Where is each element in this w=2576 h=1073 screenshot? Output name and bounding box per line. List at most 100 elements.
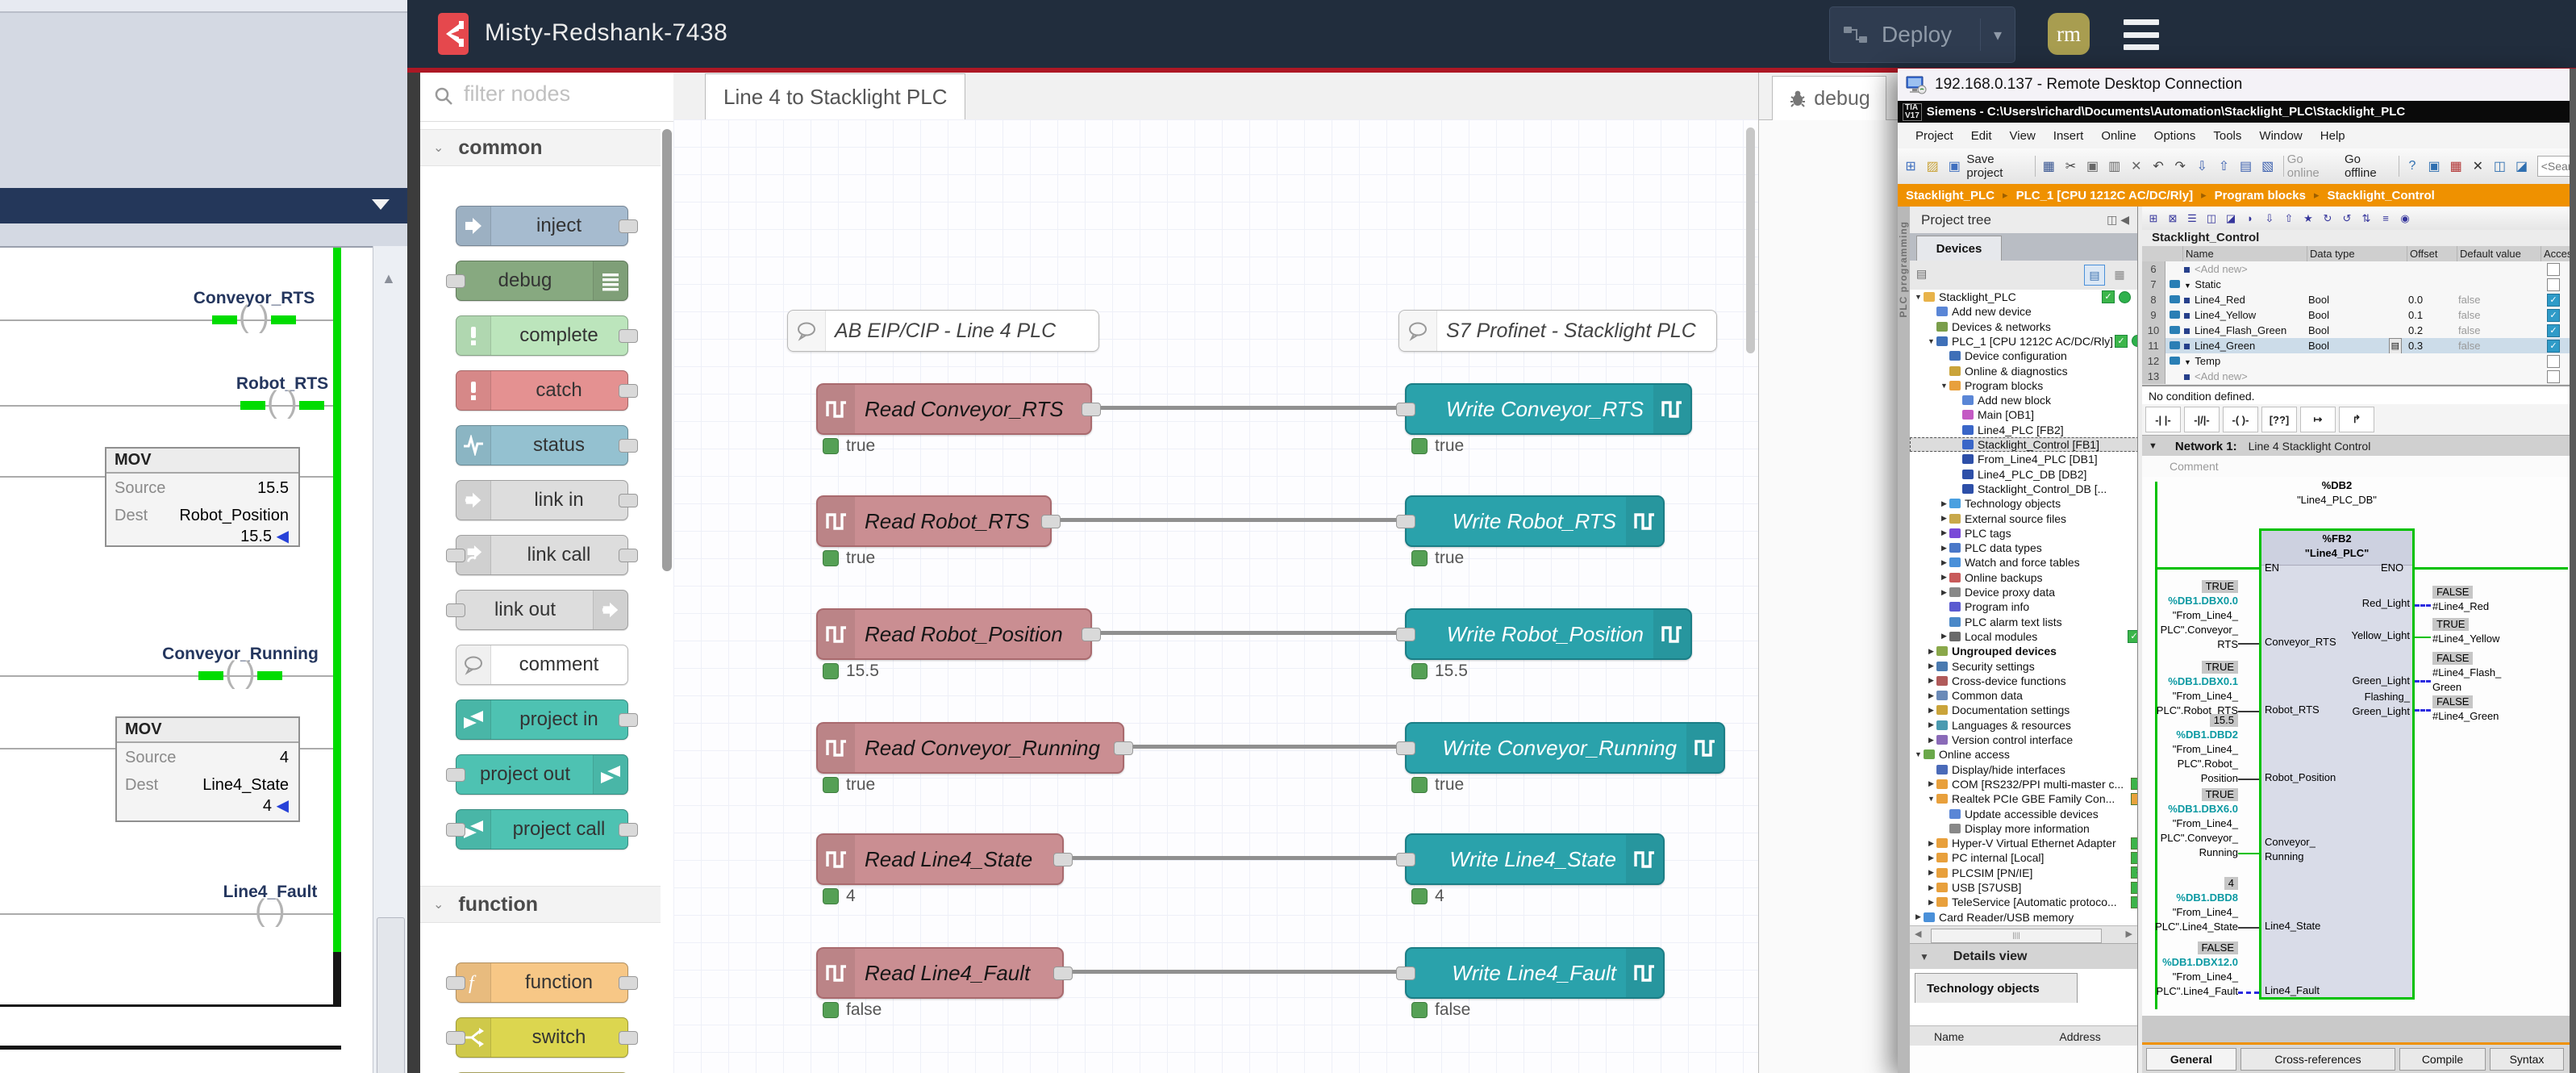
download-icon[interactable]: ⇩	[2261, 211, 2278, 227]
tree-row[interactable]: ▶Languages & resources	[1910, 718, 2137, 733]
tree-expander-icon[interactable]: ▶	[1926, 676, 1936, 685]
tree-expander-icon[interactable]: ▶	[1939, 544, 1949, 553]
node-port-out[interactable]	[619, 976, 638, 990]
canvas-scrollbar[interactable]	[1746, 127, 1755, 353]
menu-options[interactable]: Options	[2154, 129, 2196, 143]
undo-icon[interactable]: ↶	[2149, 157, 2167, 176]
table-row[interactable]: 13<Add new>	[2142, 369, 2570, 385]
menu-insert[interactable]: Insert	[2053, 129, 2084, 143]
tree-row[interactable]: Stacklight_Control_DB [...	[1910, 482, 2137, 496]
monitor-off-icon[interactable]: ↺	[2339, 211, 2355, 227]
tree-row[interactable]: Program info	[1910, 599, 2137, 614]
lad-element-button-4[interactable]: ↦	[2300, 407, 2336, 432]
tree-expander-icon[interactable]: ▶	[1939, 558, 1949, 567]
table-row[interactable]: 12▼ Temp	[2142, 353, 2570, 369]
scroll-left-icon[interactable]: ◀	[1915, 929, 1921, 939]
new-project-icon[interactable]: ⊞	[1902, 157, 1919, 176]
tree-row[interactable]: ▶Documentation settings	[1910, 703, 2137, 717]
table-row[interactable]: 10Line4_Flash_GreenBool0.2false✓	[2142, 323, 2570, 339]
tree-row[interactable]: ▶Version control interface	[1910, 733, 2137, 747]
init-values-icon[interactable]: ⇅	[2358, 211, 2374, 227]
tree-row[interactable]: ▼Realtek PCIe GBE Family Con...	[1910, 791, 2137, 806]
tree-row[interactable]: ▶PLC data types	[1910, 541, 2137, 555]
node-port-in[interactable]	[1396, 515, 1415, 528]
tree-expander-icon[interactable]: ▶	[1926, 647, 1936, 656]
node-port-out[interactable]	[619, 384, 638, 398]
tree-expander-icon[interactable]: ▶	[1926, 779, 1936, 788]
node-write[interactable]: Write Robot_RTS	[1405, 495, 1665, 547]
print-icon[interactable]: ▦	[2040, 157, 2057, 176]
tree-row[interactable]: ▶Card Reader/USB memory	[1910, 910, 2137, 925]
tab-compile[interactable]: Compile	[2399, 1048, 2486, 1071]
expand-all-icon[interactable]: ◫	[2203, 211, 2220, 227]
flow-tab[interactable]: Line 4 to Stacklight PLC	[705, 73, 965, 120]
tree-expander-icon[interactable]: ▶	[1939, 632, 1949, 641]
node-write[interactable]: Write Line4_State	[1405, 833, 1665, 885]
tree-row[interactable]: Devices & networks	[1910, 319, 2137, 334]
node-port-out[interactable]	[1114, 741, 1133, 755]
node-port-in[interactable]	[446, 549, 465, 562]
node-port-out[interactable]	[1082, 628, 1101, 641]
redo-icon[interactable]: ↷	[2171, 157, 2189, 176]
sort-icon[interactable]: ☰	[2184, 211, 2200, 227]
col-offset[interactable]: Offset	[2410, 248, 2437, 260]
tree-row[interactable]: From_Line4_PLC [DB1]	[1910, 452, 2137, 466]
scroll-thumb[interactable]: ||||	[1931, 929, 2102, 943]
start-cpu-icon[interactable]: ▤	[2237, 157, 2255, 176]
node-port-out[interactable]	[619, 823, 638, 837]
watch-icon[interactable]: ◉	[2397, 211, 2413, 227]
tree-row[interactable]: Online & diagnostics	[1910, 364, 2137, 378]
col-name[interactable]: Name	[2186, 248, 2214, 260]
go-offline-button[interactable]: Go offline	[2345, 152, 2392, 180]
node-read[interactable]: Read Line4_Fault	[816, 947, 1064, 999]
node-port-in[interactable]	[1396, 628, 1415, 641]
node-port-out[interactable]	[619, 329, 638, 343]
paste-icon[interactable]: ▥	[2106, 157, 2124, 176]
lad-element-button-0[interactable]: -| |-	[2145, 407, 2181, 432]
ladder-vscrollbar[interactable]: ▲	[373, 246, 408, 1073]
tree-row[interactable]: ▶TeleService [Automatic protoco...	[1910, 895, 2137, 909]
tree-row[interactable]: Add new block	[1910, 393, 2137, 407]
table-row[interactable]: 6<Add new>	[2142, 261, 2570, 278]
ladder-canvas[interactable]: Conveyor_RTS()Robot_RTS()Conveyor_Runnin…	[0, 246, 373, 1073]
avatar[interactable]: rm	[2048, 13, 2090, 55]
node-port-out[interactable]	[619, 439, 638, 453]
tree-row[interactable]: Display more information	[1910, 821, 2137, 836]
retain-icon[interactable]: ≡	[2378, 211, 2394, 227]
scroll-up-icon[interactable]: ▲	[381, 270, 396, 287]
tab-technology-objects[interactable]: Technology objects	[1915, 973, 2078, 1003]
table-row[interactable]: 11Line4_GreenBool▤0.3false✓	[2142, 338, 2570, 354]
tree-row[interactable]: ▼Program blocks	[1910, 378, 2137, 393]
menu-window[interactable]: Window	[2259, 129, 2302, 143]
node-read[interactable]: Read Robot_RTS	[816, 495, 1052, 547]
node-write[interactable]: Write Robot_Position	[1405, 608, 1692, 660]
stop-simulation-icon[interactable]: ▦	[2447, 157, 2465, 176]
lad-network-canvas[interactable]: %DB2"Line4_PLC_DB"%FB2"Line4_PLC"ENENOCo…	[2142, 477, 2570, 1016]
tree-row[interactable]: Main [OB1]	[1910, 407, 2137, 422]
tree-row[interactable]: Update accessible devices	[1910, 807, 2137, 821]
tree-expander-icon[interactable]: ▶	[1926, 706, 1936, 715]
palette-node-link-in[interactable]: link in	[456, 480, 628, 520]
tree-row[interactable]: ▶Security settings	[1910, 659, 2137, 674]
tree-expander-icon[interactable]: ▶	[1926, 883, 1936, 892]
col-default-value[interactable]: Default value	[2460, 248, 2521, 260]
delete-row-icon[interactable]: ⊠	[2165, 211, 2181, 227]
accessible-checkbox[interactable]: ✓	[2547, 324, 2560, 337]
tree-hscrollbar[interactable]: ◀ ▶ ||||	[1910, 925, 2137, 944]
tree-row[interactable]: ▼Stacklight_PLC✓	[1910, 290, 2137, 304]
node-port-in[interactable]	[1396, 741, 1415, 755]
mov-instruction[interactable]: MOVSource4DestLine4_State4 ◀	[115, 716, 300, 822]
column-view-icon[interactable]: ▦	[2110, 265, 2129, 284]
pin-icon[interactable]: ◫ ◀	[2107, 213, 2129, 227]
tree-expander-icon[interactable]: ▶	[1926, 868, 1936, 877]
download-to-device-icon[interactable]: ⇩	[2193, 157, 2211, 176]
copy-icon[interactable]: ▣	[2084, 157, 2102, 176]
node-port-in[interactable]	[446, 768, 465, 782]
node-write[interactable]: Write Conveyor_Running	[1405, 722, 1725, 774]
node-write[interactable]: Write Conveyor_RTS	[1405, 383, 1692, 435]
tree-expander-icon[interactable]: ▶	[1939, 573, 1949, 582]
node-read[interactable]: Read Conveyor_RTS	[816, 383, 1092, 435]
tree-row[interactable]: ▶Ungrouped devices	[1910, 644, 2137, 658]
tia-titlebar[interactable]: TIAV17 Siemens - C:\Users\richard\Docume…	[1898, 101, 2576, 123]
palette-search[interactable]	[420, 73, 673, 122]
